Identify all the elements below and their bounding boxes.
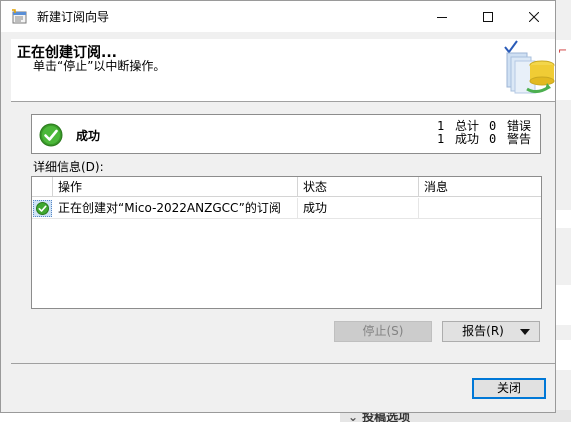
background-app-edge: ⌐ <box>556 0 571 422</box>
column-header-message[interactable]: 消息 <box>419 177 541 197</box>
row-action: 正在创建对“Mico-2022ANZGCC”的订阅 <box>53 198 298 218</box>
window-title: 新建订阅向导 <box>37 10 110 24</box>
background-strip <box>556 210 571 228</box>
stop-button[interactable]: 停止(S) <box>334 321 432 342</box>
table-row[interactable]: 正在创建对“Mico-2022ANZGCC”的订阅 成功 <box>32 198 541 219</box>
title-bar[interactable]: 新建订阅向导 <box>1 1 555 32</box>
status-text: 成功 <box>76 129 101 143</box>
close-icon <box>529 11 539 22</box>
page-subtitle: 单击“停止”以中断操作。 <box>33 59 166 73</box>
chevron-down-icon <box>519 322 531 341</box>
success-check-icon <box>36 202 49 215</box>
background-mark: ⌐ <box>558 44 568 57</box>
row-status: 成功 <box>298 198 419 218</box>
warning-count: 0 <box>489 132 497 146</box>
minimize-icon <box>437 16 447 18</box>
grid-header-icon-col <box>32 177 53 197</box>
wizard-window: 新建订阅向导 正在创建订阅... 单击“停止”以中断操作。 成功 1 总计 0 … <box>0 0 556 413</box>
column-header-status[interactable]: 状态 <box>298 177 419 197</box>
close-button[interactable]: 关闭 <box>472 378 546 399</box>
success-check-icon <box>39 123 63 147</box>
report-button-label: 报告(R) <box>462 324 504 338</box>
header-separator <box>11 101 555 102</box>
maximize-icon <box>483 11 493 22</box>
database-subscription-icon <box>504 40 555 94</box>
minimize-button[interactable] <box>419 1 465 32</box>
footer-separator <box>11 363 555 364</box>
success-label: 成功 <box>455 132 480 146</box>
details-grid[interactable]: 操作 状态 消息 正在创建对“Mico-2022ANZGCC”的订阅 成功 <box>31 176 542 309</box>
warning-label: 警告 <box>507 132 532 146</box>
column-header-action[interactable]: 操作 <box>53 177 298 197</box>
row-success-icon <box>33 200 52 217</box>
success-count: 1 <box>437 132 445 146</box>
background-strip <box>556 340 571 370</box>
wizard-app-icon <box>11 9 29 25</box>
maximize-button[interactable] <box>465 1 511 32</box>
details-label: 详细信息(D): <box>33 160 104 174</box>
grid-header: 操作 状态 消息 <box>32 177 541 197</box>
background-strip <box>556 285 571 325</box>
row-message <box>419 198 541 218</box>
report-button[interactable]: 报告(R) <box>442 321 540 342</box>
status-panel: 成功 1 总计 0 错误 1 成功 0 警告 <box>31 114 541 154</box>
wizard-header: 正在创建订阅... 单击“停止”以中断操作。 <box>11 39 555 101</box>
close-window-button[interactable] <box>511 1 557 32</box>
